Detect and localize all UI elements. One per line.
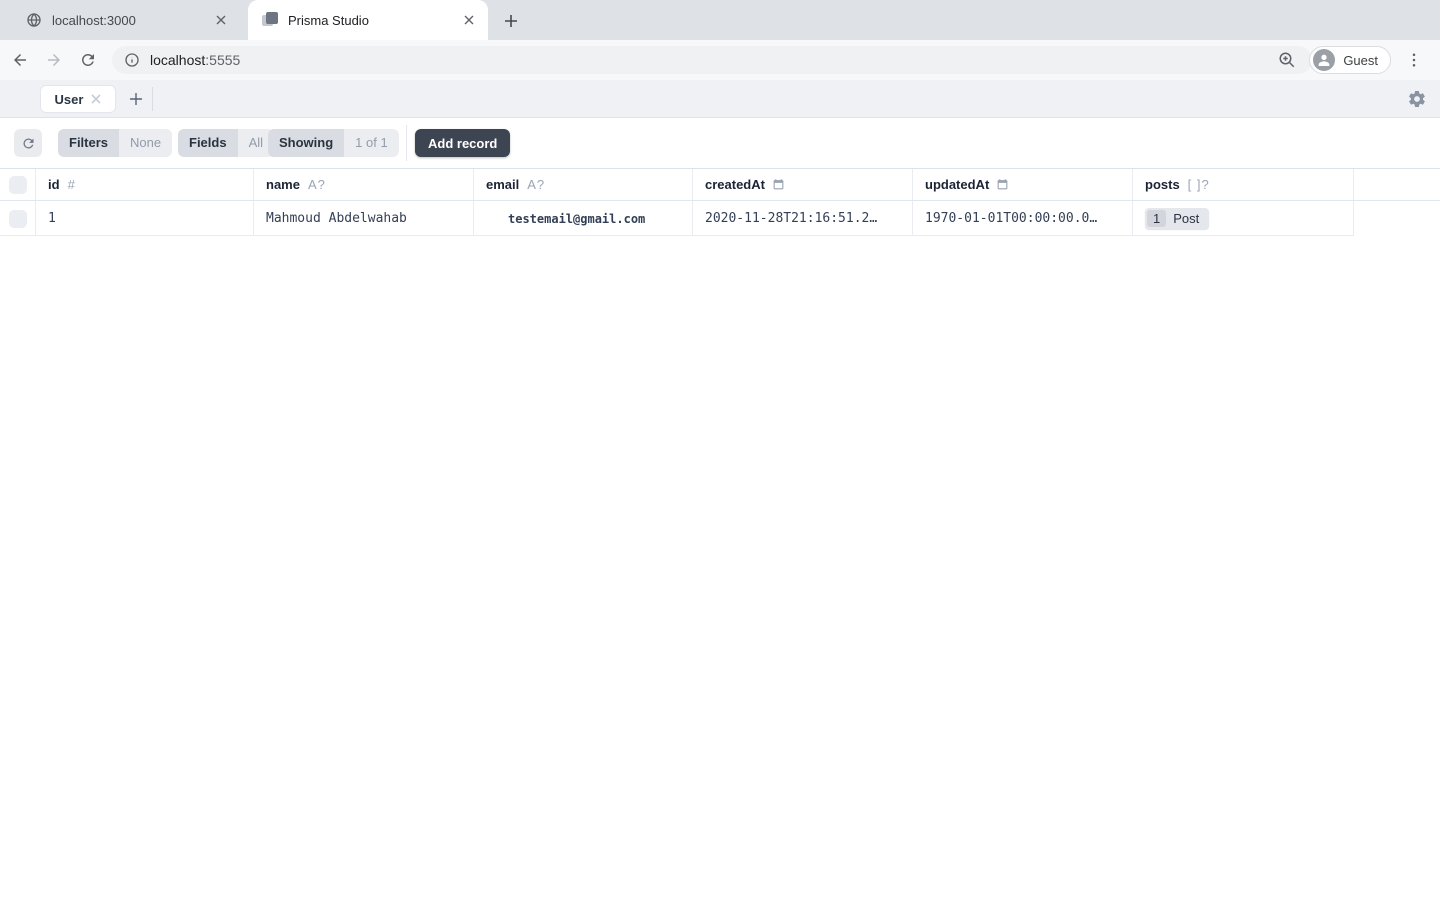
url-host: localhost <box>150 52 205 68</box>
model-tab-close-icon[interactable] <box>91 94 101 104</box>
profile-button[interactable]: Guest <box>1309 46 1391 74</box>
showing-value[interactable]: 1 of 1 <box>344 129 399 157</box>
header-filler <box>1354 169 1440 200</box>
column-header-updatedAt[interactable]: updatedAt <box>913 169 1133 200</box>
cell-name[interactable]: Mahmoud Abdelwahab <box>254 201 474 236</box>
calendar-icon <box>772 178 785 191</box>
tab-close-icon[interactable] <box>212 11 230 29</box>
relation-count: 1 <box>1147 210 1166 227</box>
url-text: localhost:5555 <box>150 52 240 68</box>
calendar-icon <box>996 178 1009 191</box>
tab-title: Prisma Studio <box>288 13 460 28</box>
divider <box>152 87 153 111</box>
column-header-name[interactable]: name A? <box>254 169 474 200</box>
fields-label[interactable]: Fields <box>178 129 238 157</box>
model-tab-user[interactable]: User <box>40 85 116 113</box>
cell-createdAt[interactable]: 2020-11-28T21:16:51.2… <box>693 201 913 236</box>
fields-control[interactable]: Fields All <box>178 129 274 157</box>
row-select-cell <box>0 201 36 236</box>
forward-icon[interactable] <box>40 46 68 74</box>
showing-control[interactable]: Showing 1 of 1 <box>268 129 399 157</box>
table-header-row: id # name A? email A? createdAt updatedA… <box>0 168 1440 201</box>
select-all-checkbox[interactable] <box>9 176 27 194</box>
row-checkbox[interactable] <box>9 210 27 228</box>
browser-tab-strip: localhost:3000 Prisma Studio <box>0 0 1440 40</box>
back-icon[interactable] <box>6 46 34 74</box>
column-header-email[interactable]: email A? <box>474 169 693 200</box>
prisma-logo-icon <box>262 12 278 28</box>
add-model-tab-icon[interactable] <box>124 87 148 111</box>
gear-icon[interactable] <box>1407 89 1427 109</box>
model-tab-label: User <box>55 92 84 107</box>
zoom-in-icon[interactable] <box>1278 51 1296 69</box>
cell-updatedAt[interactable]: 1970-01-01T00:00:00.0… <box>913 201 1133 236</box>
refresh-icon[interactable] <box>14 129 42 157</box>
profile-label: Guest <box>1343 53 1378 68</box>
select-all-cell <box>0 169 36 200</box>
filters-label[interactable]: Filters <box>58 129 119 157</box>
globe-icon <box>26 12 42 28</box>
relation-badge[interactable]: 1 Post <box>1145 208 1209 229</box>
tab-title: localhost:3000 <box>52 13 212 28</box>
browser-toolbar: localhost:5555 Guest <box>0 40 1440 80</box>
address-bar[interactable]: localhost:5555 <box>112 46 1312 74</box>
kebab-menu-icon[interactable] <box>1402 48 1426 72</box>
column-header-id[interactable]: id # <box>36 169 254 200</box>
studio-model-tabbar: User <box>0 80 1440 118</box>
reload-icon[interactable] <box>74 46 102 74</box>
browser-tab-prisma-studio[interactable]: Prisma Studio <box>248 0 488 40</box>
cell-posts[interactable]: 1 Post <box>1133 201 1354 236</box>
browser-window: localhost:3000 Prisma Studio <box>0 0 1440 900</box>
showing-label[interactable]: Showing <box>268 129 344 157</box>
studio-action-bar: Filters None Fields All Showing 1 of 1 A… <box>0 118 1440 168</box>
cell-id[interactable]: 1 <box>36 201 254 236</box>
divider <box>406 125 407 161</box>
column-header-posts[interactable]: posts [ ]? <box>1133 169 1354 200</box>
cell-email[interactable]: testemail@gmail.com <box>474 201 693 236</box>
table-row[interactable]: 1 Mahmoud Abdelwahab testemail@gmail.com… <box>0 201 1440 236</box>
row-filler <box>1354 201 1440 236</box>
relation-label: Post <box>1166 210 1207 227</box>
column-header-createdAt[interactable]: createdAt <box>693 169 913 200</box>
tab-close-icon[interactable] <box>460 11 478 29</box>
filters-value[interactable]: None <box>119 129 172 157</box>
browser-tab-localhost-3000[interactable]: localhost:3000 <box>12 0 240 40</box>
add-record-button[interactable]: Add record <box>415 129 510 157</box>
records-table: id # name A? email A? createdAt updatedA… <box>0 168 1440 236</box>
filters-control[interactable]: Filters None <box>58 129 172 157</box>
url-port: :5555 <box>205 52 240 68</box>
new-tab-icon[interactable] <box>498 8 524 34</box>
info-icon[interactable] <box>124 52 140 68</box>
avatar-icon <box>1313 49 1335 71</box>
